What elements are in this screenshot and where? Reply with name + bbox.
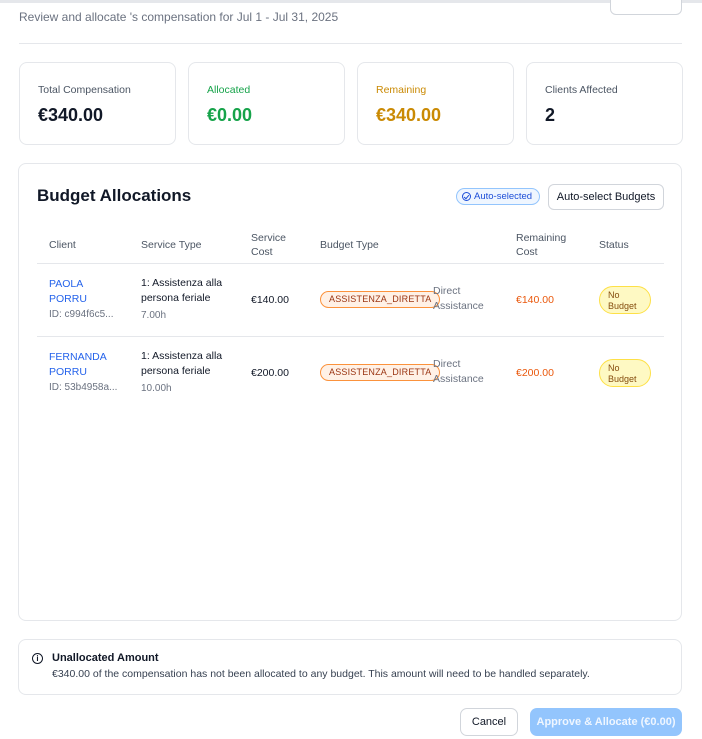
- budget-type-description: Direct Assistance: [433, 357, 503, 387]
- budget-desc-line: Assistance: [433, 300, 484, 312]
- client-first-name[interactable]: FERNANDA: [49, 350, 129, 365]
- col-header-line: Service: [251, 232, 287, 244]
- cancel-button[interactable]: Cancel: [460, 708, 518, 736]
- dialog-subtitle: Review and allocate 's compensation for …: [19, 10, 339, 24]
- auto-selected-label: Auto-selected: [474, 191, 533, 202]
- service-hours: 7.00h: [141, 310, 167, 321]
- budget-allocations-panel: Budget Allocations Auto-selected Auto-se…: [18, 163, 682, 621]
- service-type: 1: Assistenza alla persona feriale: [141, 349, 241, 379]
- col-header-remaining-cost: Remaining Cost: [516, 231, 566, 259]
- stat-label: Allocated: [207, 84, 251, 96]
- budget-type-description: Direct Assistance: [433, 284, 503, 314]
- status-line: No: [608, 290, 620, 300]
- col-header-client: Client: [49, 239, 76, 251]
- stat-value: €0.00: [207, 105, 253, 125]
- stat-label: Remaining: [376, 84, 427, 96]
- service-cost: €200.00: [251, 367, 289, 379]
- info-icon: i: [32, 653, 43, 664]
- check-circle-icon: [462, 192, 471, 201]
- client-name-link[interactable]: PAOLA PORRU: [49, 277, 129, 307]
- auto-selected-badge: Auto-selected: [456, 188, 541, 205]
- status-line: Budget: [608, 374, 637, 384]
- stat-value: €340.00: [376, 105, 442, 125]
- stat-label: Total Compensation: [38, 84, 131, 96]
- client-id: ID: c994f6c5...: [49, 309, 114, 320]
- status-line: Budget: [608, 301, 637, 311]
- remaining-cost: €140.00: [516, 294, 554, 306]
- service-cost: €140.00: [251, 294, 289, 306]
- stat-remaining: Remaining €340.00: [357, 62, 514, 145]
- notice-text: €340.00 of the compensation has not been…: [52, 668, 590, 680]
- col-header-line: Cost: [251, 246, 273, 258]
- table-row: FERNANDA PORRU ID: 53b4958a... 1: Assist…: [19, 337, 683, 409]
- budget-desc-line: Assistance: [433, 373, 484, 385]
- budget-type-badge[interactable]: ASSISTENZA_DIRETTA: [320, 364, 441, 381]
- col-header-line: Cost: [516, 246, 538, 258]
- auto-select-budgets-button[interactable]: Auto-select Budgets: [548, 184, 664, 210]
- client-name-link[interactable]: FERNANDA PORRU: [49, 350, 129, 380]
- stat-label: Clients Affected: [545, 84, 618, 96]
- col-header-line: Remaining: [516, 232, 567, 244]
- client-first-name[interactable]: PAOLA: [49, 277, 129, 292]
- status-badge: No Budget: [599, 359, 651, 387]
- header-divider: [19, 43, 682, 44]
- client-last-name[interactable]: PORRU: [49, 365, 129, 380]
- notice-title: Unallocated Amount: [52, 652, 159, 664]
- approve-allocate-button[interactable]: Approve & Allocate (€0.00): [530, 708, 682, 736]
- top-action-button[interactable]: [610, 0, 682, 15]
- stat-value: €340.00: [38, 105, 104, 125]
- remaining-cost: €200.00: [516, 367, 554, 379]
- col-header-budget-type: Budget Type: [320, 239, 379, 251]
- service-line: 1: Assistenza alla: [141, 350, 223, 362]
- stat-total-compensation: Total Compensation €340.00: [19, 62, 176, 145]
- stat-value: 2: [545, 105, 556, 125]
- client-last-name[interactable]: PORRU: [49, 292, 129, 307]
- service-type: 1: Assistenza alla persona feriale: [141, 276, 241, 306]
- client-id: ID: 53b4958a...: [49, 382, 118, 393]
- status-line: No: [608, 363, 620, 373]
- service-line: 1: Assistenza alla: [141, 277, 223, 289]
- stat-allocated: Allocated €0.00: [188, 62, 345, 145]
- panel-title: Budget Allocations: [37, 186, 192, 205]
- col-header-status: Status: [599, 239, 629, 251]
- budget-desc-line: Direct: [433, 358, 461, 370]
- table-row: PAOLA PORRU ID: c994f6c5... 1: Assistenz…: [19, 264, 683, 336]
- status-badge: No Budget: [599, 286, 651, 314]
- unallocated-amount-notice: i Unallocated Amount €340.00 of the comp…: [18, 639, 682, 695]
- budget-type-badge[interactable]: ASSISTENZA_DIRETTA: [320, 291, 441, 308]
- col-header-service-type: Service Type: [141, 239, 202, 251]
- budget-desc-line: Direct: [433, 285, 461, 297]
- service-line: persona feriale: [141, 292, 211, 304]
- col-header-service-cost: Service Cost: [251, 231, 286, 259]
- allocation-dialog: Review and allocate 's compensation for …: [0, 0, 702, 739]
- service-hours: 10.00h: [141, 383, 172, 394]
- dialog-top-edge: [0, 0, 702, 3]
- service-line: persona feriale: [141, 365, 211, 377]
- stat-clients-affected: Clients Affected 2: [526, 62, 683, 145]
